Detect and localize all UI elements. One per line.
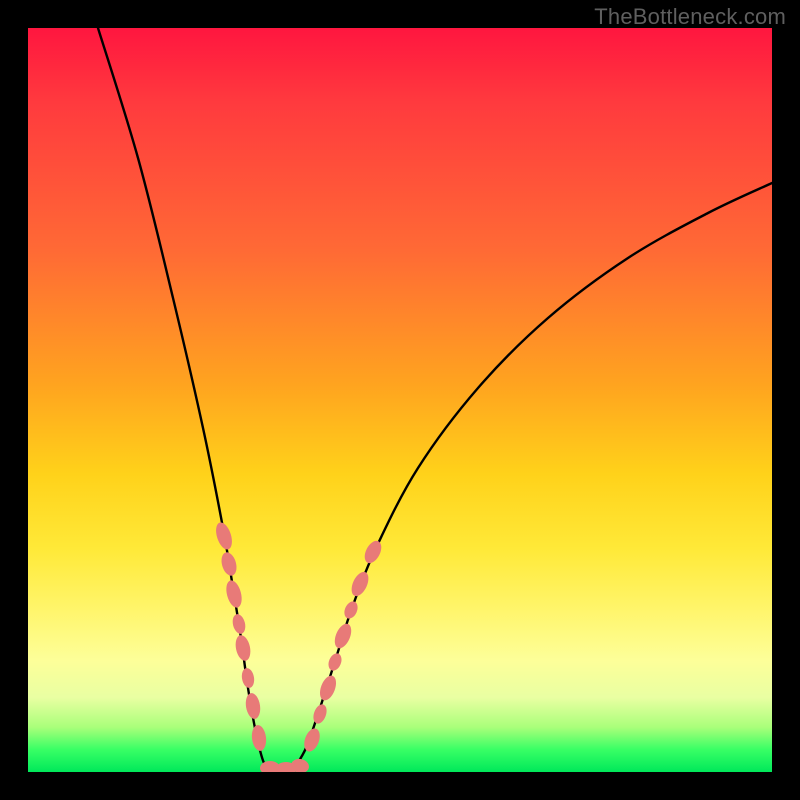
- chart-frame: TheBottleneck.com: [0, 0, 800, 800]
- marker-left-0: [213, 521, 235, 552]
- marker-left-5: [240, 667, 255, 689]
- marker-right-7: [361, 538, 384, 566]
- marker-right-5: [342, 599, 360, 620]
- marker-right-3: [326, 651, 344, 672]
- marker-right-4: [331, 621, 354, 650]
- marker-left-7: [250, 724, 267, 752]
- marker-bottom-2: [290, 758, 310, 772]
- chart-svg: [28, 28, 772, 772]
- marker-group: [213, 521, 385, 772]
- marker-left-1: [219, 551, 239, 578]
- marker-left-3: [231, 613, 247, 635]
- curve-right-branch: [293, 183, 772, 770]
- marker-left-6: [244, 692, 262, 720]
- marker-right-6: [348, 569, 372, 598]
- watermark-text: TheBottleneck.com: [594, 4, 786, 30]
- marker-right-2: [317, 673, 339, 702]
- marker-left-2: [224, 579, 245, 610]
- marker-left-4: [233, 634, 252, 662]
- marker-right-1: [311, 703, 329, 726]
- plot-area: [28, 28, 772, 772]
